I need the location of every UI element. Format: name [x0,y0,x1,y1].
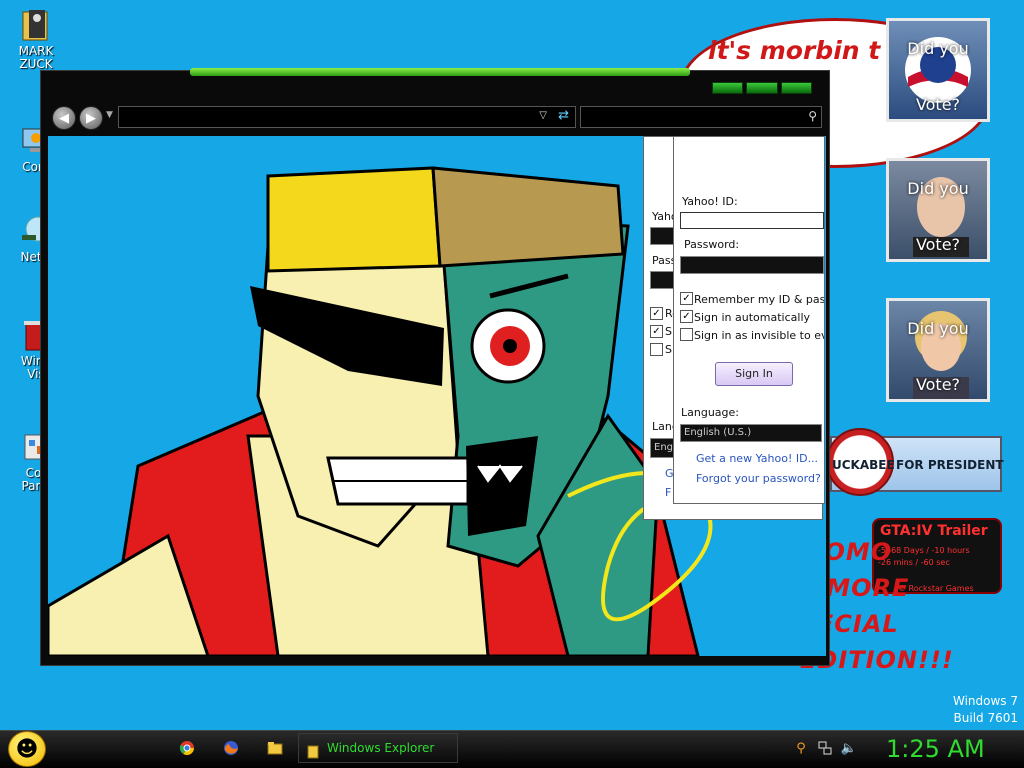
start-button[interactable]: ☻ [8,731,46,767]
back-button[interactable]: ◀ [52,106,76,130]
maximize-button[interactable] [746,82,778,94]
back-arrow-icon: ◀ [59,110,69,126]
close-button[interactable] [780,82,812,94]
smiley-start-icon: ☻ [15,736,39,762]
candidate-tile-clinton[interactable]: Did you Vote? [886,298,990,402]
yahoo-id-label: Yahoo! ID: [682,195,738,208]
password-label: Password: [684,238,740,251]
back-password-field[interactable] [650,271,674,289]
language-value: English (U.S.) [684,427,752,438]
search-icon[interactable]: ⚲ [792,739,810,757]
invisible-label: Sign in as invisible to every [694,329,824,342]
back-remember-checkbox[interactable]: ✓ [650,307,663,320]
auto-signin-label: Sign in automatically [694,311,811,324]
windows-version-line-2: Build 7601 [953,711,1018,725]
auto-signin-checkbox[interactable]: ✓ [680,310,693,323]
invisible-checkbox[interactable] [680,328,693,341]
huckabee-suffix: FOR PRESIDENT [896,458,1004,472]
password-field[interactable] [680,256,824,274]
window-caption-buttons [712,82,812,94]
chrome-icon[interactable] [178,739,196,757]
folder-icon[interactable] [266,739,284,757]
back-id-field[interactable] [650,227,674,245]
remember-label: Remember my ID & passwo [694,293,824,306]
back-invisible-checkbox[interactable] [650,343,663,356]
recent-pages-chevron-icon[interactable]: ▼ [106,110,113,120]
speech-bubble-text: it's morbin t [708,36,881,65]
refresh-icon[interactable]: ⇄ [558,108,569,123]
search-box[interactable]: ⚲ [580,106,822,128]
search-icon[interactable]: ⚲ [808,109,817,123]
huckabee-name: UCKABEE [832,458,895,472]
back-language-select[interactable]: Engl [650,438,676,458]
new-yahoo-id-link[interactable]: Get a new Yahoo! ID... [696,452,818,465]
address-bar[interactable]: ▽ ⇄ [118,106,576,128]
back-auto-checkbox[interactable]: ✓ [650,325,663,338]
explorer-folder-icon [307,741,319,768]
folder-icon [19,8,53,42]
address-dropdown-icon[interactable]: ▽ [539,110,547,121]
taskbar-clock[interactable]: 1:25 AM [886,735,985,763]
taskbar-item-label: Windows Explorer [327,741,435,755]
forgot-password-link[interactable]: Forgot your password? [696,472,821,485]
back-forgot-link[interactable]: F [665,486,671,499]
desktop-icon-mark-zuck[interactable]: MARK ZUCK [4,8,68,71]
volume-icon[interactable]: 🔈 [840,739,858,757]
firefox-icon[interactable] [222,739,240,757]
taskbar-item-windows-explorer[interactable]: Windows Explorer [298,733,458,763]
minimize-button[interactable] [712,82,744,94]
taskbar [0,730,1024,768]
language-label: Language: [681,406,739,419]
remember-checkbox[interactable]: ✓ [680,292,693,305]
sign-in-button[interactable]: Sign In [715,362,793,386]
gta-title: GTA:IV Trailer [880,523,988,539]
language-select[interactable]: English (U.S.) [680,424,822,442]
windows-version-line-1: Windows 7 [952,694,1018,708]
candidate-tile-obama[interactable]: Did you Vote? [886,18,990,122]
forward-button[interactable]: ▶ [79,106,103,130]
network-icon[interactable] [816,739,834,757]
candidate-tile-mccain[interactable]: Did you Vote? [886,158,990,262]
window-titlebar-accent [190,68,690,76]
forward-arrow-icon: ▶ [86,110,96,126]
yahoo-id-field[interactable] [680,212,824,229]
